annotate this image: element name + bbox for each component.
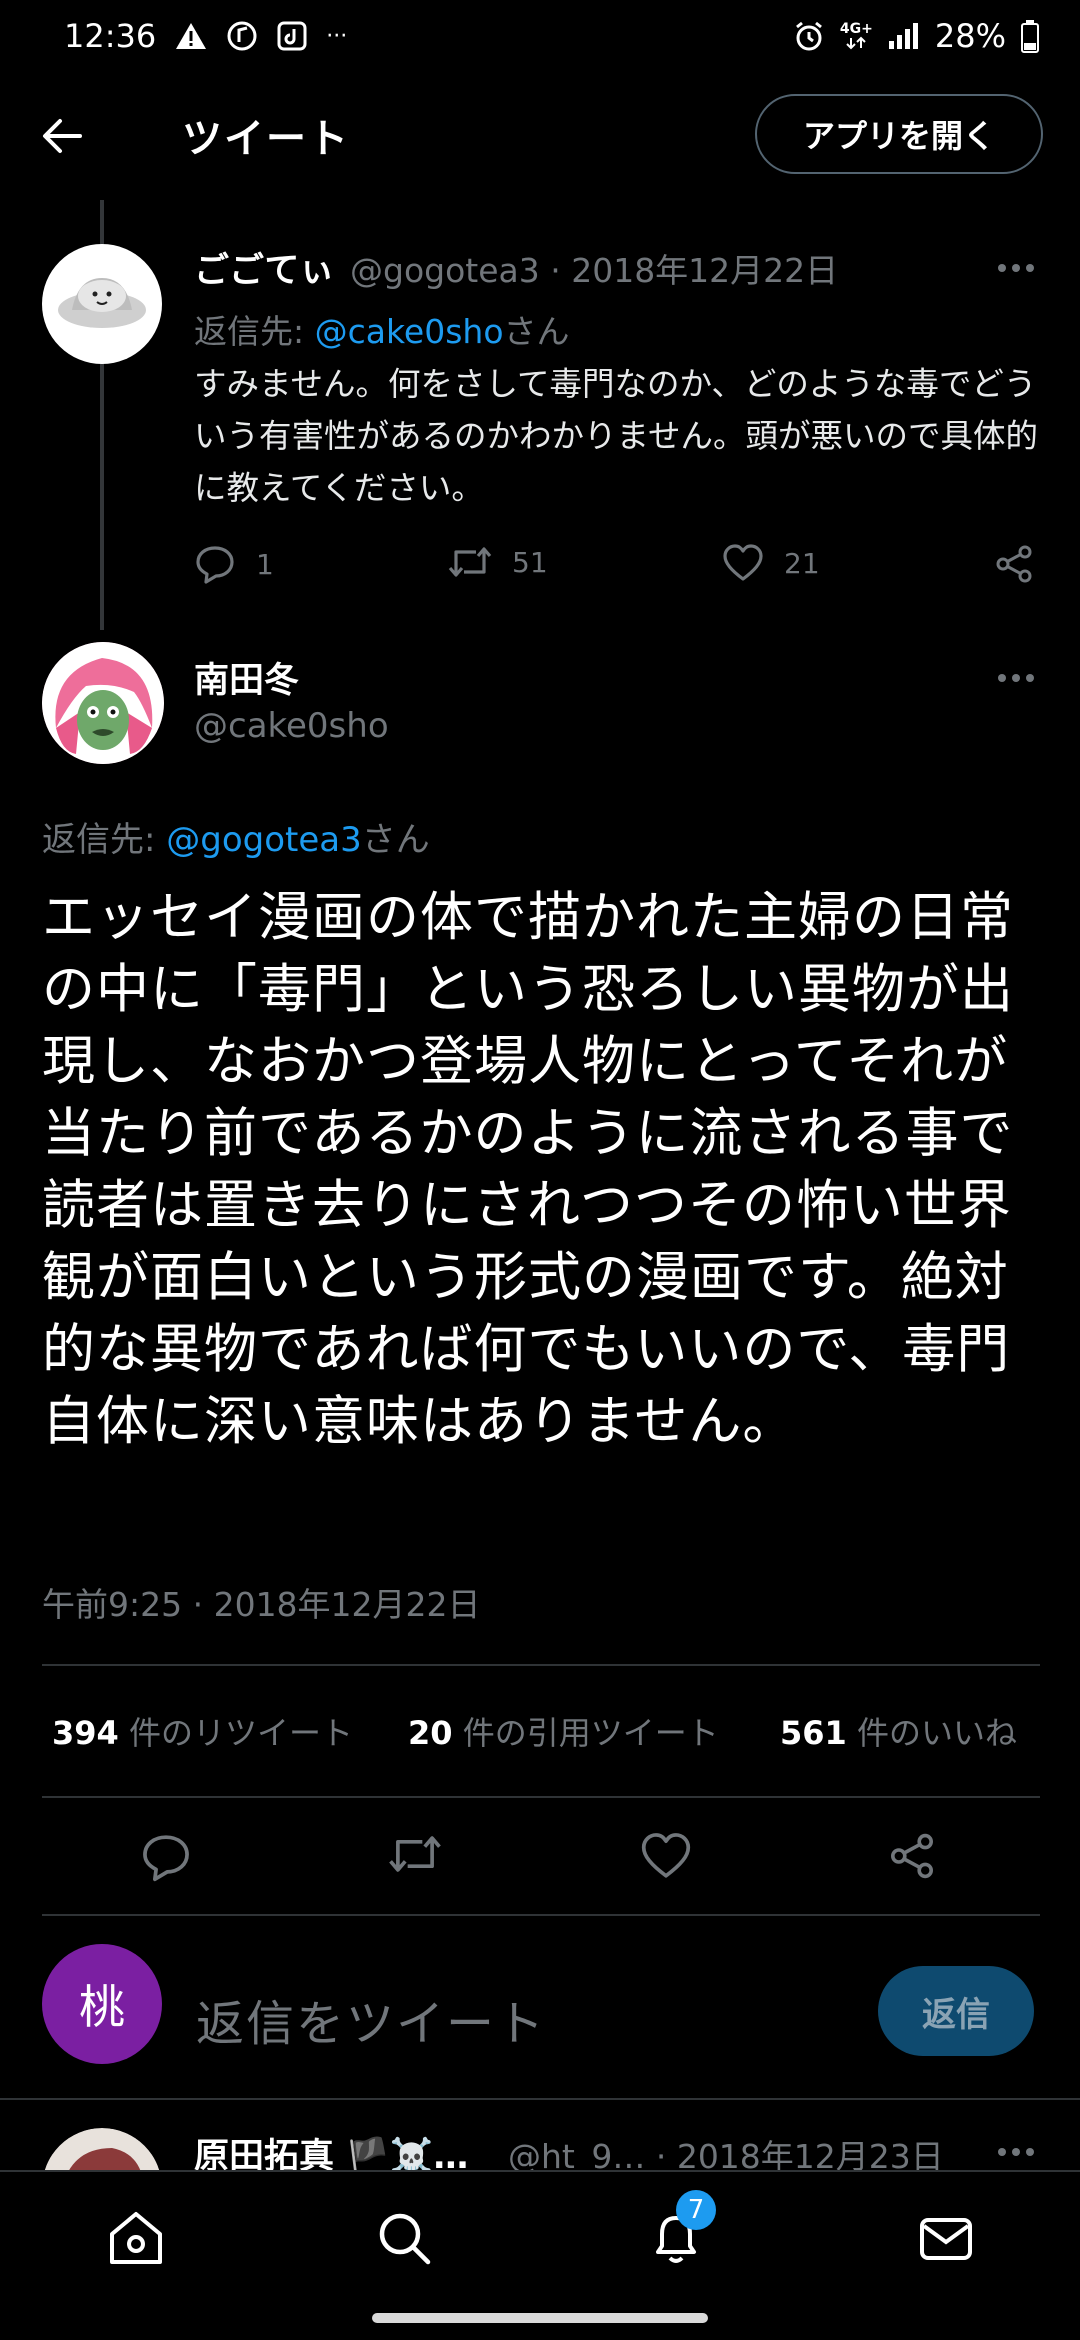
mention-link[interactable]: @cake0sho: [315, 312, 504, 351]
notification-badge: 7: [676, 2190, 716, 2230]
alarm-icon: [792, 19, 826, 53]
retweets-stat[interactable]: 394 件のリツイート: [52, 1708, 353, 1754]
share-icon[interactable]: [888, 1832, 940, 1884]
home-icon[interactable]: [104, 2206, 168, 2270]
search-icon[interactable]: [372, 2206, 436, 2270]
author-handle[interactable]: @cake0sho: [194, 706, 389, 746]
home-indicator[interactable]: [372, 2313, 708, 2323]
more-options-icon[interactable]: [998, 672, 1038, 684]
top-app-bar: ツイート アプリを開く: [0, 80, 1080, 190]
retweet-count: 51: [512, 545, 548, 579]
tweet-text: エッセイ漫画の体で描かれた主婦の日常の中に「毒門」という恐ろしい異物が出現し、な…: [42, 887, 1014, 1452]
page-title: ツイート: [182, 116, 350, 162]
tweet-text: すみません。何をさして毒門なのか、どのような毒でどういう有害性があるのかわかりま…: [194, 365, 1039, 507]
reply-button[interactable]: 返信: [878, 1966, 1034, 2056]
avatar[interactable]: [42, 642, 164, 764]
likes-stat[interactable]: 561 件のいいね: [780, 1708, 1017, 1754]
more-options-icon[interactable]: [998, 2146, 1038, 2158]
retweet-icon[interactable]: [388, 1832, 441, 1884]
quote-tweets-stat[interactable]: 20 件の引用ツイート: [408, 1708, 719, 1754]
battery-percent: 28%: [934, 17, 1006, 55]
avatar[interactable]: [42, 244, 162, 364]
tiktok-app-icon: [276, 20, 308, 52]
tweet-timestamp: 午前9:25 · 2018年12月22日: [42, 1585, 481, 1624]
divider: [42, 1664, 1040, 1666]
divider: [0, 2098, 1080, 2100]
divider: [42, 1914, 1040, 1916]
reply-count: 1: [256, 547, 274, 581]
signal-icon: [887, 21, 921, 51]
mail-icon[interactable]: [914, 2206, 978, 2270]
heart-icon[interactable]: [640, 1832, 692, 1884]
back-arrow-icon[interactable]: [40, 114, 84, 158]
open-app-button[interactable]: アプリを開く: [755, 94, 1043, 174]
reply-input[interactable]: 返信をツイート: [196, 1984, 546, 2054]
reply-icon: [196, 546, 234, 584]
reply-icon[interactable]: [140, 1832, 192, 1884]
warning-icon: [174, 21, 208, 51]
heart-icon: [723, 544, 763, 581]
replying-to: 返信先: @cake0shoさん: [194, 312, 570, 351]
mention-link[interactable]: @gogotea3: [166, 820, 361, 860]
bottom-navigation: 7: [0, 2170, 1080, 2300]
like-action[interactable]: 21: [722, 544, 820, 582]
author-name[interactable]: 南田冬: [194, 652, 299, 703]
divider: [42, 1796, 1040, 1798]
retweet-icon: [448, 547, 492, 577]
retweet-action[interactable]: 51: [448, 544, 548, 580]
my-avatar[interactable]: 桃: [42, 1944, 162, 2064]
author-handle-date[interactable]: @gogotea3 · 2018年12月22日: [350, 244, 838, 292]
author-name[interactable]: ごごてぃ: [194, 242, 334, 293]
status-time: 12:36: [64, 17, 157, 55]
share-icon: [996, 545, 1032, 583]
reply-action[interactable]: 1: [194, 544, 274, 584]
like-count: 21: [784, 546, 820, 580]
more-options-icon[interactable]: [998, 262, 1038, 274]
music-app-icon: [226, 20, 258, 52]
share-action[interactable]: [994, 544, 1034, 584]
network-4g-icon: 4G+: [840, 22, 873, 50]
battery-icon: [1020, 19, 1040, 53]
replying-to: 返信先: @gogotea3さん: [42, 820, 430, 860]
status-bar: 12:36 ··· 4G+ 28%: [0, 0, 1080, 72]
status-overflow: ···: [326, 23, 348, 49]
